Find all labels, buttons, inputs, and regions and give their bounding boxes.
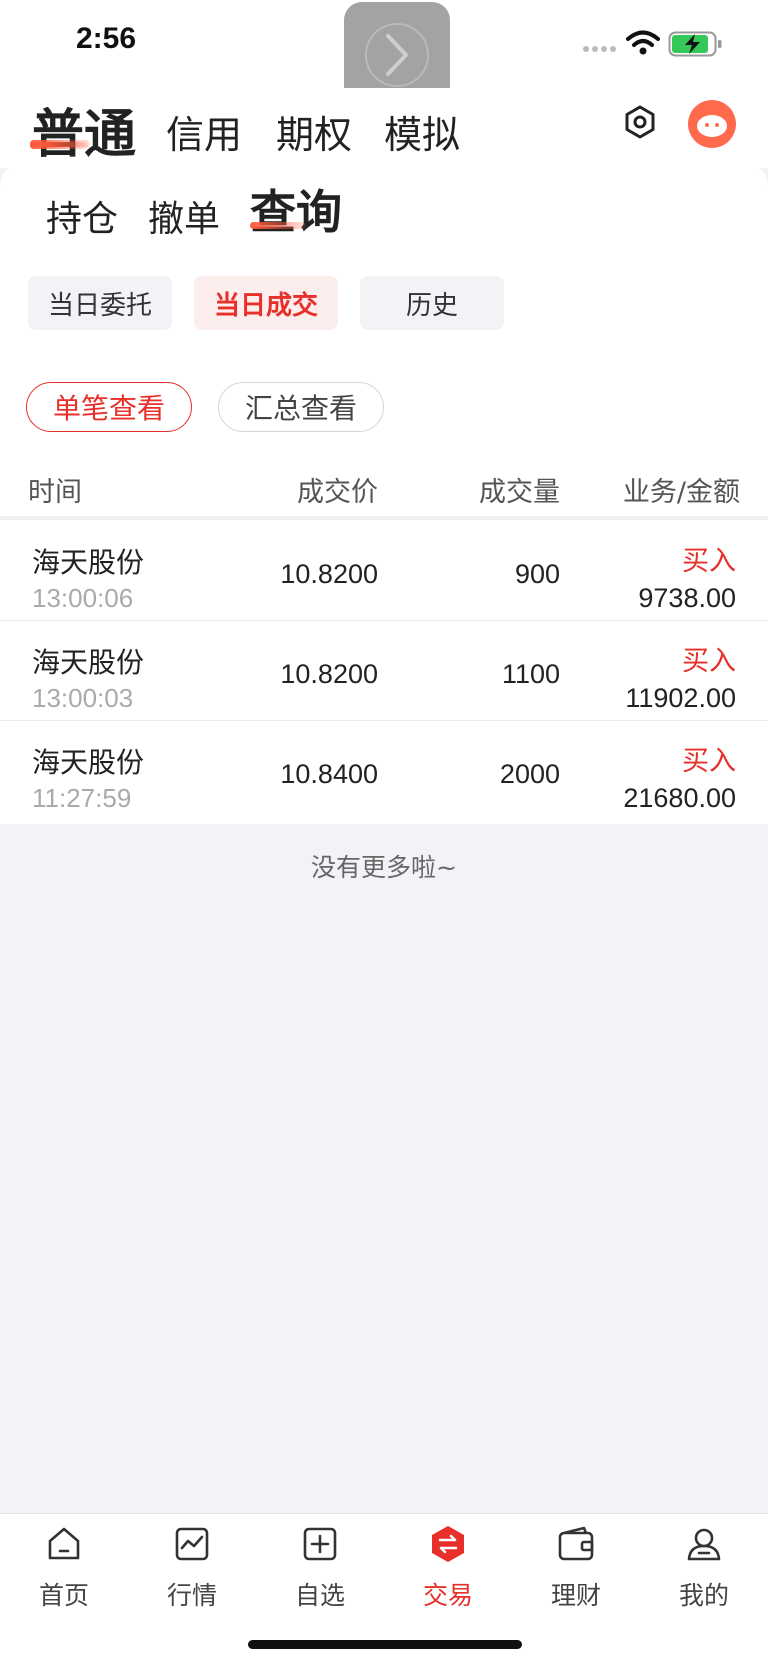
subtab-positions[interactable]: 持仓 bbox=[46, 190, 118, 242]
status-time: 2:56 bbox=[76, 22, 137, 55]
tab-label: 首页 bbox=[38, 1581, 89, 1610]
table-row[interactable]: 海天股份 13:00:03 10.8200 1100 买入 11902.00 bbox=[0, 621, 768, 721]
trade-amount: 11902.00 bbox=[625, 683, 736, 713]
stock-name: 海天股份 bbox=[32, 546, 145, 579]
trade-side: 买入 bbox=[682, 646, 736, 677]
trade-time: 11:27:59 bbox=[32, 783, 132, 813]
tab-label: 交易 bbox=[422, 1581, 473, 1610]
battery-charging-icon bbox=[668, 31, 722, 57]
table-row[interactable]: 海天股份 13:00:06 10.8200 900 买入 9738.00 bbox=[0, 521, 768, 621]
trade-price: 10.8200 bbox=[280, 659, 378, 689]
account-type-tabs: 普通 信用 期权 模拟 bbox=[0, 88, 768, 168]
header-divider bbox=[0, 516, 768, 520]
subtab-underline bbox=[250, 222, 306, 229]
tab-credit[interactable]: 信用 bbox=[166, 104, 242, 159]
trade-side: 买入 bbox=[682, 546, 736, 577]
avatar[interactable] bbox=[688, 100, 736, 148]
col-header-qty: 成交量 bbox=[479, 477, 560, 508]
cellular-signal-icon bbox=[583, 46, 616, 52]
segment-today-deals[interactable]: 当日成交 bbox=[194, 276, 338, 330]
settings-icon[interactable] bbox=[622, 104, 658, 140]
tab-home[interactable]: 首页 bbox=[0, 1524, 128, 1612]
table-row[interactable]: 海天股份 11:27:59 10.8400 2000 买入 21680.00 bbox=[0, 721, 768, 821]
summary-view-button[interactable]: 汇总查看 bbox=[218, 382, 384, 432]
col-header-amount: 业务/金额 bbox=[622, 477, 740, 508]
tab-label: 我的 bbox=[678, 1581, 729, 1610]
segment-history[interactable]: 历史 bbox=[360, 276, 504, 330]
single-view-button[interactable]: 单笔查看 bbox=[26, 382, 192, 432]
no-more-text: 没有更多啦~ bbox=[311, 853, 457, 882]
trade-price: 10.8400 bbox=[280, 759, 378, 789]
trade-qty: 1100 bbox=[501, 659, 560, 689]
subtab-cancel[interactable]: 撤单 bbox=[148, 190, 220, 242]
trade-amount: 9738.00 bbox=[638, 583, 736, 613]
tab-options[interactable]: 期权 bbox=[276, 104, 352, 159]
trade-qty: 900 bbox=[514, 559, 560, 589]
main-tab-underline bbox=[30, 142, 88, 149]
home-indicator bbox=[248, 1640, 522, 1649]
tab-finance[interactable]: 理财 bbox=[512, 1524, 640, 1612]
subtab-query[interactable]: 查询 bbox=[250, 176, 342, 242]
tab-market[interactable]: 行情 bbox=[128, 1524, 256, 1612]
chart-icon bbox=[175, 1527, 209, 1561]
tab-mine[interactable]: 我的 bbox=[640, 1524, 768, 1612]
trade-time: 13:00:03 bbox=[32, 683, 134, 713]
trade-side: 买入 bbox=[682, 746, 736, 777]
tab-label: 理财 bbox=[550, 1581, 601, 1610]
tab-trade[interactable]: 交易 bbox=[384, 1524, 512, 1612]
trade-icon bbox=[432, 1526, 464, 1562]
add-favorite-icon bbox=[303, 1527, 337, 1561]
home-icon bbox=[48, 1527, 80, 1560]
wallet-icon bbox=[558, 1526, 594, 1561]
trade-time: 13:00:06 bbox=[32, 583, 134, 613]
segment-today-orders[interactable]: 当日委托 bbox=[28, 276, 172, 330]
tab-label: 自选 bbox=[294, 1581, 345, 1610]
stock-name: 海天股份 bbox=[32, 746, 145, 779]
tab-label: 行情 bbox=[166, 1581, 217, 1610]
col-header-price: 成交价 bbox=[297, 477, 378, 508]
profile-icon bbox=[687, 1528, 721, 1561]
col-header-time: 时间 bbox=[28, 477, 82, 508]
tab-normal[interactable]: 普通 bbox=[32, 92, 136, 167]
tab-watchlist[interactable]: 自选 bbox=[256, 1524, 384, 1612]
tab-simulate[interactable]: 模拟 bbox=[384, 104, 460, 159]
trade-price: 10.8200 bbox=[280, 559, 378, 589]
chevron-right-icon bbox=[386, 34, 408, 76]
wifi-icon bbox=[626, 30, 660, 55]
trade-qty: 2000 bbox=[499, 759, 560, 789]
stock-name: 海天股份 bbox=[32, 646, 145, 679]
trade-amount: 21680.00 bbox=[623, 783, 736, 813]
